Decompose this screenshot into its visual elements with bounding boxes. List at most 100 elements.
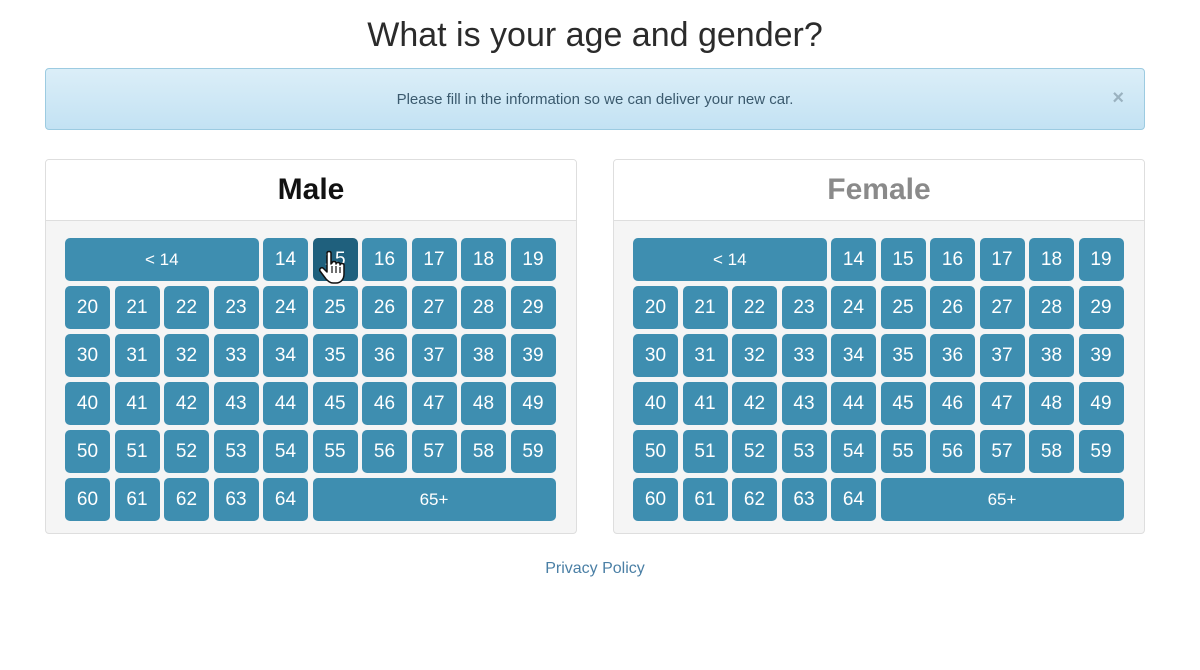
male-age-button-28[interactable]: 28 (461, 286, 506, 329)
female-age-button-34[interactable]: 34 (831, 334, 876, 377)
female-age-button-45[interactable]: 45 (880, 382, 926, 425)
male-age-button-51[interactable]: 51 (114, 430, 160, 473)
male-age-button-under-14[interactable]: < 14 (65, 238, 259, 281)
privacy-policy-link[interactable]: Privacy Policy (0, 560, 1190, 578)
female-age-button-50[interactable]: 50 (633, 430, 678, 473)
female-age-button-30[interactable]: 30 (633, 334, 678, 377)
female-age-button-55[interactable]: 55 (880, 430, 926, 473)
female-age-button-22[interactable]: 22 (732, 286, 777, 329)
male-age-button-61[interactable]: 61 (114, 478, 160, 521)
male-age-button-42[interactable]: 42 (164, 382, 209, 425)
male-age-button-50[interactable]: 50 (65, 430, 110, 473)
female-age-button-23[interactable]: 23 (781, 286, 827, 329)
male-age-button-48[interactable]: 48 (461, 382, 506, 425)
female-age-button-17[interactable]: 17 (979, 238, 1025, 281)
male-age-button-36[interactable]: 36 (362, 334, 407, 377)
male-age-button-56[interactable]: 56 (362, 430, 407, 473)
male-age-button-37[interactable]: 37 (411, 334, 457, 377)
female-heading[interactable]: Female (614, 160, 1144, 221)
female-age-button-26[interactable]: 26 (930, 286, 975, 329)
female-age-button-48[interactable]: 48 (1029, 382, 1074, 425)
female-age-button-20[interactable]: 20 (633, 286, 678, 329)
female-age-button-19[interactable]: 19 (1078, 238, 1124, 281)
close-icon[interactable]: × (1112, 88, 1124, 108)
male-age-button-45[interactable]: 45 (312, 382, 358, 425)
male-age-button-35[interactable]: 35 (312, 334, 358, 377)
male-age-button-47[interactable]: 47 (411, 382, 457, 425)
male-age-button-23[interactable]: 23 (213, 286, 259, 329)
male-age-button-21[interactable]: 21 (114, 286, 160, 329)
female-age-button-31[interactable]: 31 (682, 334, 728, 377)
female-age-button-58[interactable]: 58 (1029, 430, 1074, 473)
male-age-button-55[interactable]: 55 (312, 430, 358, 473)
female-age-button-60[interactable]: 60 (633, 478, 678, 521)
female-age-button-43[interactable]: 43 (781, 382, 827, 425)
male-age-button-40[interactable]: 40 (65, 382, 110, 425)
female-age-button-27[interactable]: 27 (979, 286, 1025, 329)
female-age-button-36[interactable]: 36 (930, 334, 975, 377)
female-age-button-28[interactable]: 28 (1029, 286, 1074, 329)
female-age-button-63[interactable]: 63 (781, 478, 827, 521)
male-age-button-52[interactable]: 52 (164, 430, 209, 473)
female-age-button-14[interactable]: 14 (831, 238, 876, 281)
male-age-button-15[interactable]: 15 (312, 238, 358, 281)
female-age-button-49[interactable]: 49 (1078, 382, 1124, 425)
male-age-button-49[interactable]: 49 (510, 382, 556, 425)
female-age-button-64[interactable]: 64 (831, 478, 876, 521)
male-age-button-30[interactable]: 30 (65, 334, 110, 377)
male-age-button-27[interactable]: 27 (411, 286, 457, 329)
female-age-button-52[interactable]: 52 (732, 430, 777, 473)
female-age-button-29[interactable]: 29 (1078, 286, 1124, 329)
male-age-button-53[interactable]: 53 (213, 430, 259, 473)
male-age-button-32[interactable]: 32 (164, 334, 209, 377)
male-age-button-60[interactable]: 60 (65, 478, 110, 521)
male-age-button-64[interactable]: 64 (263, 478, 308, 521)
female-age-button-24[interactable]: 24 (831, 286, 876, 329)
female-age-button-15[interactable]: 15 (880, 238, 926, 281)
female-age-button-56[interactable]: 56 (930, 430, 975, 473)
male-age-button-65-plus[interactable]: 65+ (312, 478, 556, 521)
male-age-button-44[interactable]: 44 (263, 382, 308, 425)
male-age-button-18[interactable]: 18 (461, 238, 506, 281)
male-age-button-29[interactable]: 29 (510, 286, 556, 329)
male-age-button-62[interactable]: 62 (164, 478, 209, 521)
male-age-button-19[interactable]: 19 (510, 238, 556, 281)
male-age-button-26[interactable]: 26 (362, 286, 407, 329)
female-age-button-25[interactable]: 25 (880, 286, 926, 329)
female-age-button-54[interactable]: 54 (831, 430, 876, 473)
female-age-button-40[interactable]: 40 (633, 382, 678, 425)
female-age-button-44[interactable]: 44 (831, 382, 876, 425)
female-age-button-39[interactable]: 39 (1078, 334, 1124, 377)
male-age-button-41[interactable]: 41 (114, 382, 160, 425)
male-age-button-54[interactable]: 54 (263, 430, 308, 473)
female-age-button-62[interactable]: 62 (732, 478, 777, 521)
female-age-button-65-plus[interactable]: 65+ (880, 478, 1124, 521)
female-age-button-57[interactable]: 57 (979, 430, 1025, 473)
female-age-button-35[interactable]: 35 (880, 334, 926, 377)
female-age-button-21[interactable]: 21 (682, 286, 728, 329)
male-age-button-33[interactable]: 33 (213, 334, 259, 377)
female-age-button-18[interactable]: 18 (1029, 238, 1074, 281)
male-age-button-63[interactable]: 63 (213, 478, 259, 521)
male-age-button-16[interactable]: 16 (362, 238, 407, 281)
female-age-button-under-14[interactable]: < 14 (633, 238, 827, 281)
male-age-button-34[interactable]: 34 (263, 334, 308, 377)
female-age-button-32[interactable]: 32 (732, 334, 777, 377)
male-heading[interactable]: Male (46, 160, 576, 221)
male-age-button-22[interactable]: 22 (164, 286, 209, 329)
female-age-button-46[interactable]: 46 (930, 382, 975, 425)
female-age-button-42[interactable]: 42 (732, 382, 777, 425)
male-age-button-58[interactable]: 58 (461, 430, 506, 473)
male-age-button-43[interactable]: 43 (213, 382, 259, 425)
male-age-button-24[interactable]: 24 (263, 286, 308, 329)
female-age-button-61[interactable]: 61 (682, 478, 728, 521)
male-age-button-17[interactable]: 17 (411, 238, 457, 281)
female-age-button-41[interactable]: 41 (682, 382, 728, 425)
male-age-button-57[interactable]: 57 (411, 430, 457, 473)
female-age-button-16[interactable]: 16 (930, 238, 975, 281)
male-age-button-31[interactable]: 31 (114, 334, 160, 377)
female-age-button-38[interactable]: 38 (1029, 334, 1074, 377)
female-age-button-37[interactable]: 37 (979, 334, 1025, 377)
female-age-button-47[interactable]: 47 (979, 382, 1025, 425)
male-age-button-20[interactable]: 20 (65, 286, 110, 329)
